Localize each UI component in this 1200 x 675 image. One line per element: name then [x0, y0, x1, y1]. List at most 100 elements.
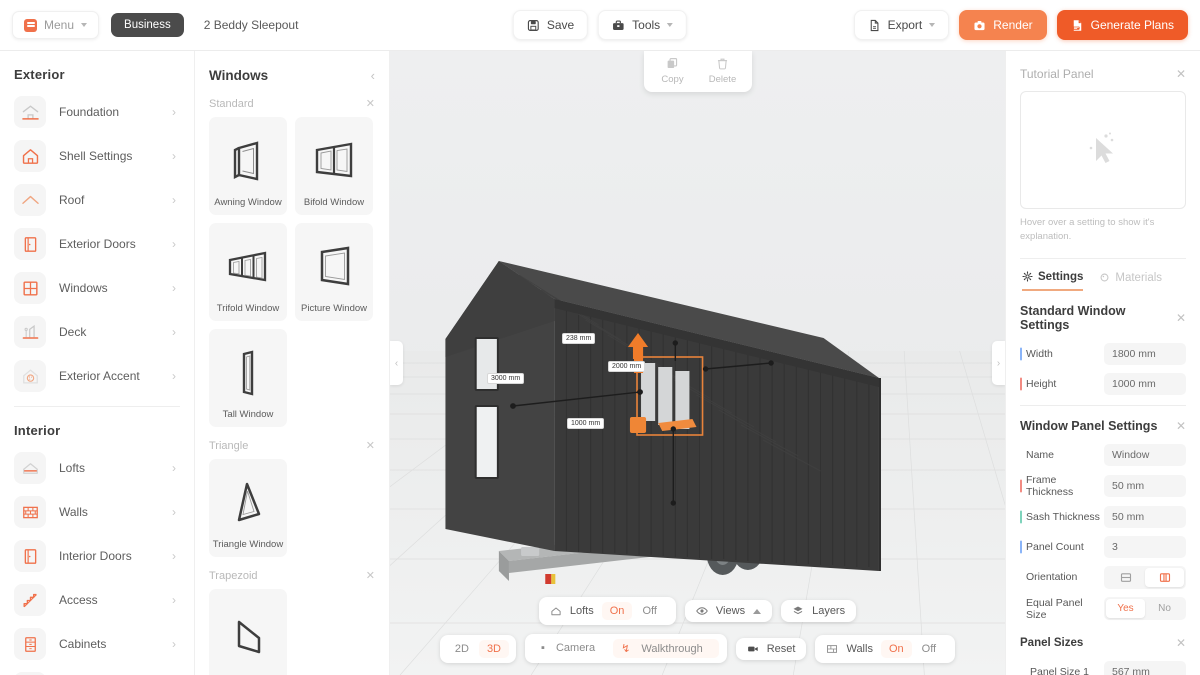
tools-label: Tools	[632, 18, 661, 32]
sidebar-item-exterior-doors[interactable]: Exterior Doors ›	[14, 222, 180, 266]
equal-panel-yes-option[interactable]: Yes	[1106, 599, 1145, 619]
close-icon[interactable]: ✕	[1176, 311, 1186, 325]
sidebar-item-label: Exterior Accent	[59, 369, 140, 383]
triangle-window-icon	[225, 469, 271, 540]
panel-size-1-input[interactable]: 567 mm	[1104, 660, 1186, 675]
toolbar-right-group: Export Render Generate Plans	[853, 10, 1188, 40]
loft-icon	[14, 452, 46, 484]
tab-materials[interactable]: Materials	[1099, 271, 1162, 291]
panel-count-input[interactable]: 3	[1104, 535, 1186, 558]
close-icon[interactable]: ✕	[1176, 636, 1186, 650]
generate-plans-button[interactable]: Generate Plans	[1056, 10, 1188, 40]
catalog-group-name: Trapezoid	[209, 569, 258, 582]
reset-camera-button[interactable]: Reset	[735, 637, 807, 660]
mode-3d-option[interactable]: 3D	[478, 639, 509, 658]
lofts-toggle-control[interactable]: Lofts On Off	[538, 597, 676, 625]
catalog-card-triangle-window[interactable]: Triangle Window	[209, 459, 287, 557]
sidebar-item-shell-settings[interactable]: Shell Settings ›	[14, 134, 180, 178]
section-title: Panel Sizes	[1020, 636, 1084, 649]
catalog-card-picture-window[interactable]: Picture Window	[295, 223, 373, 321]
views-label: Views	[715, 605, 746, 617]
close-icon[interactable]: ✕	[366, 97, 375, 110]
collapse-right-panel-arrow[interactable]: ›	[992, 341, 1005, 385]
camera-option[interactable]: ▪ Camera	[533, 639, 611, 658]
close-icon[interactable]: ✕	[1176, 67, 1186, 81]
tall-window-icon	[225, 339, 271, 410]
sidebar-item-exterior-accent[interactable]: Exterior Accent ›	[14, 354, 180, 398]
chevron-up-icon	[753, 608, 762, 614]
lofts-on-option[interactable]: On	[601, 602, 633, 620]
orientation-vertical-option[interactable]	[1145, 567, 1184, 587]
mode-2d-option[interactable]: 2D	[447, 640, 477, 658]
dimension-mode-control[interactable]: 2D 3D	[439, 634, 516, 663]
walkthrough-option[interactable]: ↯ Walkthrough	[613, 639, 719, 658]
close-icon[interactable]: ✕	[366, 569, 375, 582]
sidebar-item-label: Cabinets	[59, 637, 107, 651]
sidebar-group-title-exterior: Exterior	[14, 67, 65, 82]
sidebar-item-interior-doors[interactable]: Interior Doors ›	[14, 534, 180, 578]
field-row-width: Width 1800 mm	[1020, 342, 1186, 365]
catalog-card-label: Awning Window	[214, 196, 282, 208]
selection-toolbar: Copy Delete	[643, 51, 752, 92]
walls-on-option[interactable]: On	[880, 639, 912, 658]
width-input[interactable]: 1800 mm	[1104, 342, 1186, 365]
sidebar-item-partial[interactable]	[14, 666, 180, 675]
catalog-panel: Windows ‹ Standard ✕ Awning Window Bifol…	[195, 51, 390, 675]
top-toolbar: Menu Business 2 Beddy Sleepout Save Tool…	[0, 0, 1200, 51]
tools-button[interactable]: Tools	[598, 10, 688, 40]
catalog-card-awning-window[interactable]: Awning Window	[209, 117, 287, 215]
menu-button[interactable]: Menu	[12, 11, 100, 39]
foundation-icon	[14, 96, 46, 128]
field-label: Panel Count	[1020, 541, 1104, 553]
chevron-down-icon	[929, 23, 936, 27]
delete-button[interactable]: Delete	[700, 57, 746, 85]
layers-button[interactable]: Layers	[781, 600, 857, 622]
sidebar-item-cabinets[interactable]: Cabinets ›	[14, 622, 180, 666]
left-sidebar: Exterior Foundation › Shell Settings › R…	[0, 51, 195, 675]
export-button[interactable]: Export	[853, 10, 950, 40]
chevron-right-icon: ›	[172, 149, 176, 163]
save-button[interactable]: Save	[512, 10, 589, 40]
lofts-off-option[interactable]: Off	[634, 602, 664, 620]
close-icon[interactable]: ✕	[1176, 419, 1186, 433]
catalog-card-bifold-window[interactable]: Bifold Window	[295, 117, 373, 215]
field-label: Height	[1020, 378, 1104, 390]
navigation-mode-control[interactable]: ▪ Camera ↯ Walkthrough	[525, 634, 727, 663]
section-header-window-panel-settings: Window Panel Settings ✕	[1020, 419, 1186, 433]
catalog-card-tall-window[interactable]: Tall Window	[209, 329, 287, 427]
tab-settings[interactable]: Settings	[1022, 271, 1084, 291]
catalog-card-label: Picture Window	[301, 302, 367, 314]
sash-thickness-input[interactable]: 50 mm	[1104, 505, 1186, 528]
frame-thickness-input[interactable]: 50 mm	[1104, 474, 1186, 497]
business-badge[interactable]: Business	[111, 13, 184, 37]
equal-panel-no-option[interactable]: No	[1145, 599, 1184, 618]
copy-button[interactable]: Copy	[650, 57, 696, 85]
sidebar-item-access[interactable]: Access ›	[14, 578, 180, 622]
orientation-toggle	[1104, 565, 1186, 589]
sidebar-item-foundation[interactable]: Foundation ›	[14, 90, 180, 134]
chevron-right-icon: ›	[172, 593, 176, 607]
render-button[interactable]: Render	[959, 10, 1047, 40]
close-icon[interactable]: ✕	[366, 439, 375, 452]
section-header-panel-sizes: Panel Sizes ✕	[1020, 636, 1186, 650]
sidebar-item-lofts[interactable]: Lofts ›	[14, 446, 180, 490]
walls-label: Walls	[846, 642, 873, 655]
toolbar-left-group: Menu Business 2 Beddy Sleepout	[12, 11, 298, 39]
catalog-card-trapezoid-window[interactable]	[209, 589, 287, 675]
walls-toggle-control[interactable]: Walls On Off	[815, 634, 956, 663]
views-button[interactable]: Views	[684, 600, 773, 622]
3d-viewport[interactable]: 238 mm 2000 mm 3000 mm 1000 mm Copy Dele…	[390, 51, 1005, 675]
right-panel-tabs: Settings Materials	[1022, 271, 1186, 291]
sidebar-item-roof[interactable]: Roof ›	[14, 178, 180, 222]
toolbar-center-group: Save Tools	[512, 10, 688, 40]
sidebar-item-windows[interactable]: Windows ›	[14, 266, 180, 310]
walls-off-option[interactable]: Off	[914, 640, 944, 658]
orientation-horizontal-option[interactable]	[1106, 568, 1145, 587]
name-input[interactable]: Window	[1104, 443, 1186, 466]
chevron-left-icon[interactable]: ‹	[371, 68, 375, 83]
height-input[interactable]: 1000 mm	[1104, 372, 1186, 395]
catalog-card-trifold-window[interactable]: Trifold Window	[209, 223, 287, 321]
sidebar-item-walls[interactable]: Walls ›	[14, 490, 180, 534]
collapse-left-panel-arrow[interactable]: ‹	[390, 341, 403, 385]
sidebar-item-deck[interactable]: Deck ›	[14, 310, 180, 354]
